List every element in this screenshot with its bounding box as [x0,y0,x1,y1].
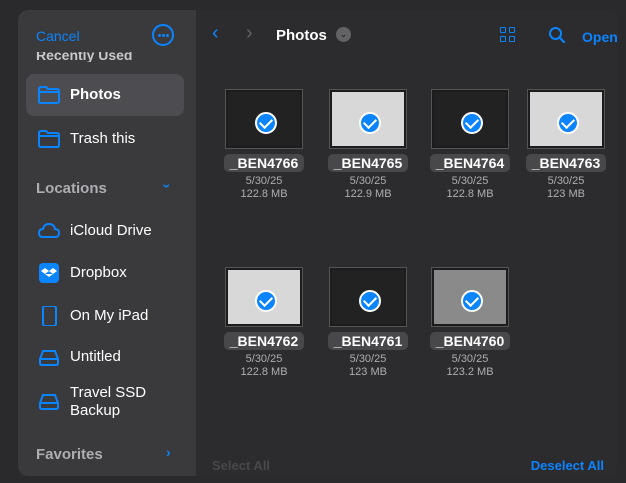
ipad-icon [42,306,57,326]
sidebar-item-label: On My iPad [70,307,149,324]
sidebar-item-dropbox[interactable]: Dropbox [26,252,184,294]
deselect-all-button[interactable]: Deselect All [531,458,604,473]
file-size: 123 MB [547,188,585,200]
file-size: 123 MB [349,366,387,378]
bottom-bar: Select All Deselect All [196,448,618,476]
file-date: 5/30/25 [349,175,387,187]
drive-icon [39,350,59,366]
file-name: _BEN4761 [327,332,409,350]
cancel-button[interactable]: Cancel [36,28,80,44]
file-size: 122.8 MB [240,366,288,378]
file-size: 122.8 MB [240,188,288,200]
drive-icon [39,394,59,410]
back-chevron-icon[interactable]: ‹ [212,22,219,45]
chevron-down-icon[interactable]: ⌄ [336,27,351,42]
file-name: _BEN4763 [525,154,607,172]
checkmark-icon [359,112,381,134]
sidebar-item-label: Untitled [70,348,121,365]
file-thumbnail [226,268,302,326]
file-date: 5/30/25 [547,175,585,187]
file-tile[interactable]: _BEN4766 5/30/25 122.8 MB [212,90,316,200]
file-thumbnail [432,268,508,326]
sidebar-item-travel-ssd-backup[interactable]: Travel SSD Backup [26,380,184,422]
screen-background: Cancel Recently Used Photos Trash this L… [0,0,626,483]
file-tile[interactable]: _BEN4764 5/30/25 122.8 MB [418,90,522,200]
grid-view-icon[interactable] [500,27,516,43]
file-name: _BEN4765 [327,154,409,172]
file-thumbnail [330,268,406,326]
sidebar: Cancel Recently Used Photos Trash this L… [18,10,196,476]
file-tile[interactable]: _BEN4760 5/30/25 123.2 MB [418,268,522,378]
chevron-down-icon[interactable]: › [159,184,175,189]
file-name: _BEN4760 [429,332,511,350]
checkmark-icon [255,112,277,134]
open-button[interactable]: Open [582,29,618,45]
locations-header: Locations [36,180,107,197]
toolbar: ‹ › Photos ⌄ Open [196,10,618,56]
folder-icon [38,130,60,148]
file-name: _BEN4764 [429,154,511,172]
sidebar-item-photos[interactable]: Photos [26,74,184,116]
file-browser: ‹ › Photos ⌄ Open _BEN4766 5/30/25 122.8… [196,10,618,476]
cloud-icon [38,222,60,238]
sidebar-item-label: iCloud Drive [70,222,152,239]
sidebar-item-on-my-ipad[interactable]: On My iPad [26,295,184,337]
file-thumbnail [330,90,406,148]
file-name: _BEN4766 [223,154,305,172]
checkmark-icon [461,290,483,312]
forward-chevron-icon[interactable]: › [246,22,253,45]
file-tile[interactable]: _BEN4765 5/30/25 122.9 MB [316,90,420,200]
sidebar-item-label: Dropbox [70,264,127,281]
sidebar-header: Cancel Recently Used [18,10,196,64]
sidebar-item-label: Photos [70,86,121,103]
sidebar-item-label: Travel SSD Backup [70,384,147,419]
file-tile[interactable]: _BEN4763 5/30/25 123 MB [514,90,618,200]
recently-used-header: Recently Used [36,52,133,62]
file-thumbnail [226,90,302,148]
page-title[interactable]: Photos [276,27,327,44]
search-icon[interactable] [548,26,566,44]
checkmark-icon [359,290,381,312]
file-thumbnail [432,90,508,148]
file-date: 5/30/25 [451,175,489,187]
file-tile[interactable]: _BEN4761 5/30/25 123 MB [316,268,420,378]
file-size: 122.8 MB [446,188,494,200]
checkmark-icon [557,112,579,134]
file-picker-panel: Cancel Recently Used Photos Trash this L… [18,10,618,476]
file-date: 5/30/25 [349,353,387,365]
file-date: 5/30/25 [451,353,489,365]
checkmark-icon [255,290,277,312]
dropbox-icon [39,263,59,283]
folder-icon [38,86,60,104]
file-thumbnail [528,90,604,148]
file-date: 5/30/25 [245,353,283,365]
file-tile[interactable]: _BEN4762 5/30/25 122.8 MB [212,268,316,378]
more-options-icon[interactable] [152,24,174,46]
file-date: 5/30/25 [245,175,283,187]
select-all-button[interactable]: Select All [212,458,270,473]
file-name: _BEN4762 [223,332,305,350]
file-size: 123.2 MB [446,366,494,378]
favorites-header: Favorites [36,446,103,463]
sidebar-item-trash-this[interactable]: Trash this [26,118,184,160]
sidebar-item-label: Trash this [70,130,136,147]
checkmark-icon [461,112,483,134]
sidebar-item-untitled[interactable]: Untitled [26,336,184,378]
chevron-right-icon[interactable]: › [166,444,171,460]
file-size: 122.9 MB [344,188,392,200]
sidebar-item-icloud-drive[interactable]: iCloud Drive [26,210,184,252]
